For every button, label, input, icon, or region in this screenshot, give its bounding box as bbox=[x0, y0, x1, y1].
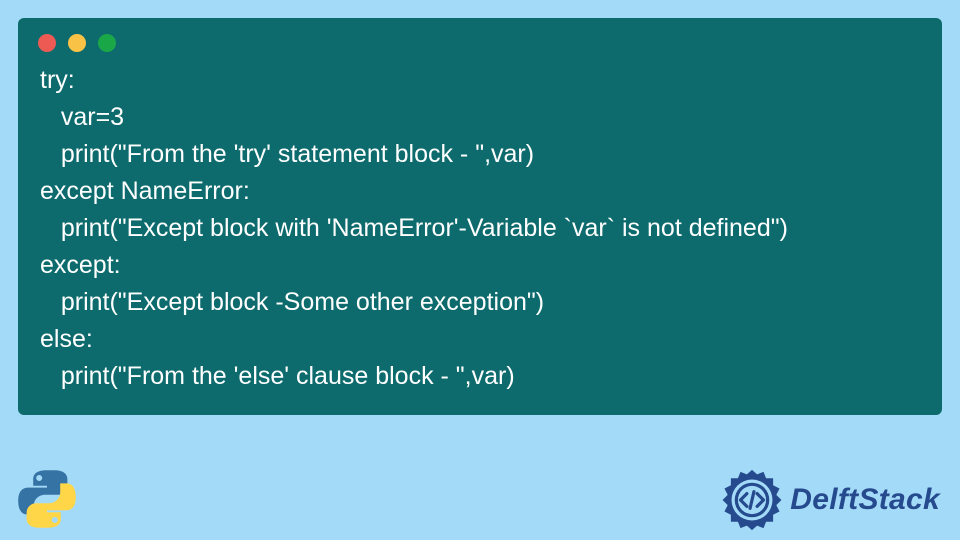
minimize-icon[interactable] bbox=[68, 34, 86, 52]
brand-name: DelftStack bbox=[790, 483, 940, 517]
python-logo-icon bbox=[14, 466, 80, 532]
footer: DelftStack bbox=[0, 462, 960, 540]
code-window: try: var=3 print("From the 'try' stateme… bbox=[18, 18, 942, 415]
maximize-icon[interactable] bbox=[98, 34, 116, 52]
brand-gear-icon bbox=[720, 468, 784, 532]
brand: DelftStack bbox=[720, 468, 940, 532]
window-titlebar bbox=[18, 18, 942, 62]
code-block: try: var=3 print("From the 'try' stateme… bbox=[18, 62, 942, 401]
close-icon[interactable] bbox=[38, 34, 56, 52]
